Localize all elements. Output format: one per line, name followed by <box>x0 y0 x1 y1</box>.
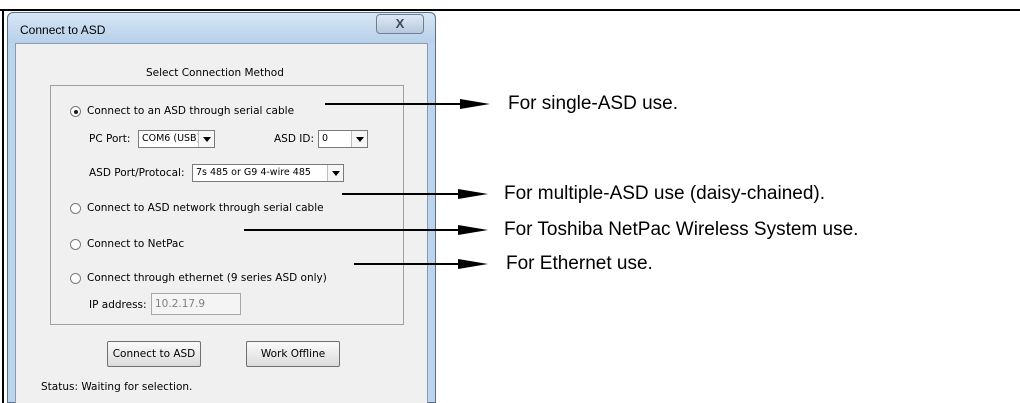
radio-netpac[interactable] <box>70 239 81 250</box>
asd-id-value: 0 <box>322 133 329 144</box>
asd-id-select[interactable]: 0 <box>318 130 368 148</box>
callout-single-asd: For single-ASD use. <box>508 93 679 114</box>
ip-address-input[interactable]: 10.2.17.9 <box>151 293 241 315</box>
work-offline-button[interactable]: Work Offline <box>246 341 340 367</box>
radio-serial[interactable] <box>70 106 81 117</box>
dialog-title: Connect to ASD <box>20 23 106 37</box>
option-serial-label[interactable]: Connect to an ASD through serial cable <box>87 105 294 117</box>
left-rule <box>2 9 4 403</box>
top-rule <box>0 9 1020 11</box>
chevron-down-icon <box>351 131 367 147</box>
arrow-head-network <box>458 189 488 199</box>
connect-to-asd-button[interactable]: Connect to ASD <box>107 341 201 367</box>
title-bar: Connect to ASD X <box>8 13 435 43</box>
asd-id-label: ASD ID: <box>274 133 314 145</box>
arrow-head-netpac <box>458 225 488 235</box>
arrow-head-single <box>460 99 490 109</box>
callout-multiple-asd: For multiple-ASD use (daisy-chained). <box>504 183 826 204</box>
connect-dialog: Connect to ASD X Select Connection Metho… <box>7 12 436 403</box>
chevron-down-icon <box>198 131 214 147</box>
ip-address-label: IP address: <box>89 299 147 311</box>
pc-port-label: PC Port: <box>89 133 131 145</box>
pc-port-select[interactable]: COM6 (USB) <box>138 130 215 148</box>
asd-port-label: ASD Port/Protocal: <box>89 167 185 179</box>
radio-ethernet[interactable] <box>70 273 81 284</box>
asd-port-value: 7s 485 or G9 4-wire 485 <box>196 167 311 178</box>
chevron-down-icon <box>327 165 343 181</box>
page: Connect to ASD X Select Connection Metho… <box>0 0 1020 403</box>
dialog-client-area: Select Connection Method Connect to an A… <box>15 43 428 403</box>
option-netpac-label[interactable]: Connect to NetPac <box>87 238 184 250</box>
asd-port-select[interactable]: 7s 485 or G9 4-wire 485 <box>192 164 344 182</box>
arrow-head-ethernet <box>458 259 488 269</box>
callout-netpac: For Toshiba NetPac Wireless System use. <box>504 219 859 240</box>
status-text: Status: Waiting for selection. <box>41 381 193 393</box>
option-network-label[interactable]: Connect to ASD network through serial ca… <box>87 202 324 214</box>
group-title: Select Connection Method <box>142 67 288 79</box>
radio-network[interactable] <box>70 203 81 214</box>
option-ethernet-label[interactable]: Connect through ethernet (9 series ASD o… <box>87 272 327 284</box>
close-button[interactable]: X <box>376 14 424 34</box>
callout-line-netpac <box>244 229 479 231</box>
pc-port-value: COM6 (USB) <box>142 133 201 144</box>
callout-ethernet: For Ethernet use. <box>506 253 653 274</box>
